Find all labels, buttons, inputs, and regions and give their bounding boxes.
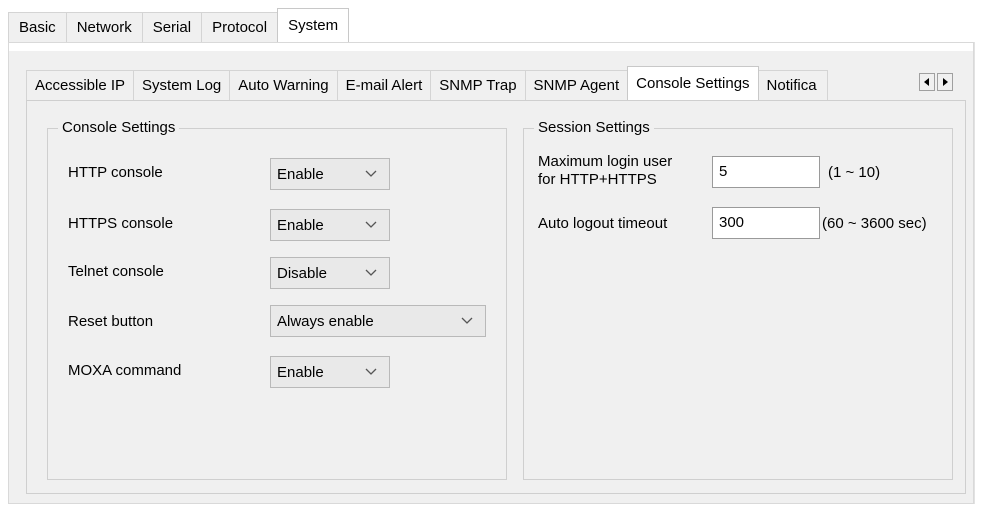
telnet-console-select[interactable]: Disable (270, 257, 390, 289)
console-settings-group: Console Settings HTTP console Enable HTT… (47, 119, 507, 480)
top-tab-bar: Basic Network Serial Protocol System (8, 8, 350, 42)
tab-label: System (288, 17, 339, 34)
telnet-console-label: Telnet console (68, 263, 164, 280)
max-login-input[interactable]: 5 (712, 156, 820, 188)
tab-label: Network (76, 19, 132, 36)
tab-basic[interactable]: Basic (8, 12, 67, 42)
tab-network[interactable]: Network (65, 12, 143, 42)
panel-right-edge (974, 42, 975, 504)
arrow-left-icon (924, 78, 929, 86)
select-value: Always enable (277, 312, 374, 330)
tab-label: Protocol (212, 19, 268, 36)
tab-serial[interactable]: Serial (141, 12, 203, 42)
select-value: Enable (277, 363, 324, 381)
tab-label: Auto Warning (238, 77, 329, 94)
tab-accessible-ip[interactable]: Accessible IP (26, 70, 135, 100)
tab-snmp-agent[interactable]: SNMP Agent (524, 70, 629, 100)
panel-top-strip (9, 43, 973, 51)
chevron-down-icon (365, 269, 377, 276)
auto-logout-range-hint: (60 ~ 3600 sec) (822, 215, 927, 232)
tab-notification[interactable]: Notifica (757, 70, 828, 100)
auto-logout-input[interactable]: 300 (712, 207, 820, 239)
tab-system[interactable]: System (277, 8, 350, 42)
tab-scroll-right-button[interactable] (937, 73, 953, 91)
reset-button-label: Reset button (68, 313, 154, 330)
select-value: Disable (277, 264, 328, 282)
tab-auto-warning[interactable]: Auto Warning (229, 70, 338, 100)
tab-label: SNMP Agent (533, 77, 620, 94)
chevron-down-icon (461, 317, 473, 324)
tab-label: System Log (142, 77, 222, 94)
http-console-label: HTTP console (68, 164, 163, 181)
sub-tab-bar: Accessible IP System Log Auto Warning E-… (26, 66, 828, 100)
tab-label: Console Settings (636, 75, 750, 92)
session-settings-group: Session Settings Maximum login user for … (523, 119, 953, 480)
tab-snmp-trap[interactable]: SNMP Trap (430, 70, 526, 100)
console-settings-panel: Console Settings HTTP console Enable HTT… (26, 100, 966, 494)
tab-scroll-buttons (919, 73, 953, 91)
tab-label: Serial (152, 19, 192, 36)
chevron-down-icon (365, 170, 377, 177)
https-console-label: HTTPS console (68, 215, 174, 232)
auto-logout-label: Auto logout timeout (538, 215, 668, 232)
max-login-label-line2: for HTTP+HTTPS (538, 171, 657, 188)
tab-label: Notifica (766, 77, 817, 94)
tab-label: Accessible IP (35, 77, 126, 94)
input-value: 5 (719, 163, 728, 180)
console-settings-title: Console Settings (58, 119, 180, 136)
max-login-label-line1: Maximum login user (538, 153, 673, 170)
tab-scroll-left-button[interactable] (919, 73, 935, 91)
moxa-command-label: MOXA command (68, 362, 182, 379)
tab-console-settings[interactable]: Console Settings (627, 66, 759, 100)
http-console-select[interactable]: Enable (270, 158, 390, 190)
input-value: 300 (719, 214, 745, 231)
tab-system-log[interactable]: System Log (133, 70, 231, 100)
tab-label: Basic (19, 19, 56, 36)
moxa-command-select[interactable]: Enable (270, 356, 390, 388)
tab-protocol[interactable]: Protocol (201, 12, 279, 42)
select-value: Enable (277, 216, 324, 234)
https-console-select[interactable]: Enable (270, 209, 390, 241)
chevron-down-icon (365, 368, 377, 375)
session-settings-title: Session Settings (534, 119, 654, 136)
reset-button-select[interactable]: Always enable (270, 305, 486, 337)
select-value: Enable (277, 165, 324, 183)
tab-label: SNMP Trap (439, 77, 517, 94)
arrow-right-icon (943, 78, 948, 86)
chevron-down-icon (365, 221, 377, 228)
max-login-range-hint: (1 ~ 10) (828, 164, 881, 181)
tab-label: E-mail Alert (345, 77, 423, 94)
max-login-label: Maximum login user for HTTP+HTTPS (538, 153, 672, 189)
tab-email-alert[interactable]: E-mail Alert (336, 70, 432, 100)
